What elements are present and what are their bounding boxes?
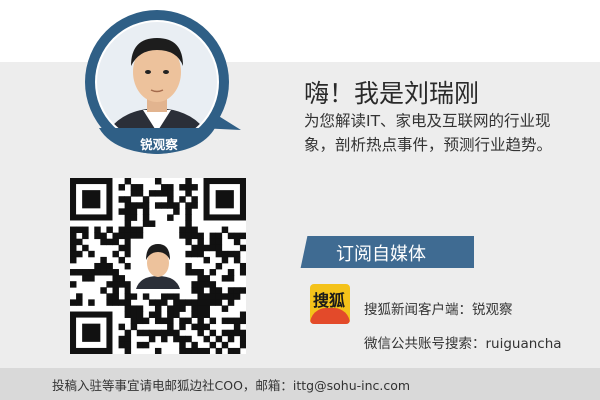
qr-code-icon xyxy=(70,178,247,355)
page-title: 嗨！我是刘瑞刚 xyxy=(304,79,480,108)
wechat-account-line: 微信公共账号搜索：ruiguancha xyxy=(364,336,562,352)
subscribe-label: 订阅自媒体 xyxy=(336,244,426,265)
avatar-badge: 锐观察 xyxy=(81,10,241,160)
sohu-logo-icon: 搜狐 xyxy=(310,284,350,324)
qr-code[interactable] xyxy=(70,178,247,355)
subscribe-banner[interactable]: 订阅自媒体 xyxy=(300,236,474,268)
sohu-logo-text: 搜狐 xyxy=(313,291,346,310)
footer-contact-text: 投稿入驻等事宜请电邮狐边社COO，邮箱：ittg@sohu-inc.com xyxy=(52,378,411,393)
avatar-label: 锐观察 xyxy=(140,137,178,152)
footer: 投稿入驻等事宜请电邮狐边社COO，邮箱：ittg@sohu-inc.com xyxy=(0,368,600,400)
sohu-news-client-line: 搜狐新闻客户端：锐观察 xyxy=(364,302,513,318)
profile-description: 为您解读IT、家电及互联网的行业现象，剖析热点事件，预测行业趋势。 xyxy=(304,112,553,154)
